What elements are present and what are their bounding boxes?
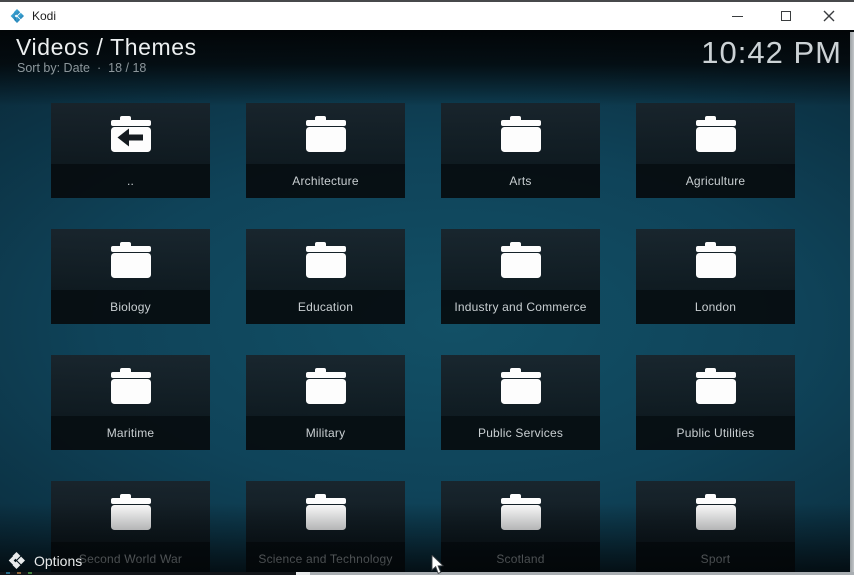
folder-icon (636, 103, 795, 164)
folder-icon (246, 481, 405, 542)
clock: 10:42 PM (701, 35, 842, 71)
scrollbar[interactable] (850, 32, 854, 575)
folder-icon (636, 355, 795, 416)
minimize-button[interactable] (716, 2, 758, 30)
tile-maritime[interactable]: Maritime (51, 355, 210, 450)
media-grid: .. Architecture Arts Agriculture Biology (51, 103, 795, 575)
taskbar-pixel-dot (28, 572, 32, 574)
sort-status: Sort by: Date · 18 / 18 (17, 61, 146, 75)
folder-icon (51, 481, 210, 542)
options-label: Options (34, 553, 82, 569)
tile-architecture[interactable]: Architecture (246, 103, 405, 198)
tile-label: Education (246, 290, 405, 324)
item-count: 18 / 18 (108, 61, 146, 75)
folder-icon (246, 103, 405, 164)
close-button[interactable] (808, 2, 850, 30)
tile-public-services[interactable]: Public Services (441, 355, 600, 450)
tile-scotland[interactable]: Scotland (441, 481, 600, 575)
window-title: Kodi (32, 9, 56, 23)
options-button[interactable]: Options (8, 552, 82, 569)
close-icon (823, 10, 835, 22)
folder-icon (441, 355, 600, 416)
maximize-icon (781, 11, 791, 21)
tile-label: Scotland (441, 542, 600, 575)
minimize-icon (732, 16, 743, 17)
kodi-main-view: Videos / Themes Sort by: Date · 18 / 18 … (0, 30, 854, 575)
tile-parent-directory[interactable]: .. (51, 103, 210, 198)
tile-education[interactable]: Education (246, 229, 405, 324)
options-icon (8, 552, 25, 569)
breadcrumb: Videos / Themes (16, 34, 197, 61)
folder-icon (636, 481, 795, 542)
tile-label: .. (51, 164, 210, 198)
tile-label: Industry and Commerce (441, 290, 600, 324)
tile-label: Military (246, 416, 405, 450)
window-titlebar: Kodi (0, 0, 854, 30)
folder-icon (441, 481, 600, 542)
tile-label: Sport (636, 542, 795, 575)
folder-icon (51, 229, 210, 290)
tile-label: Public Services (441, 416, 600, 450)
taskbar-pixel-dot (17, 572, 21, 574)
tile-label: Agriculture (636, 164, 795, 198)
taskbar-pixel-dot (6, 572, 10, 574)
maximize-button[interactable] (765, 2, 807, 30)
tile-label: Biology (51, 290, 210, 324)
tile-london[interactable]: London (636, 229, 795, 324)
tile-military[interactable]: Military (246, 355, 405, 450)
sort-separator: · (97, 61, 101, 75)
tile-label: Arts (441, 164, 600, 198)
folder-icon (441, 103, 600, 164)
folder-icon (441, 229, 600, 290)
tile-science-and-technology[interactable]: Science and Technology (246, 481, 405, 575)
parent-folder-icon (51, 103, 210, 164)
tile-label: Maritime (51, 416, 210, 450)
tile-label: Architecture (246, 164, 405, 198)
folder-icon (246, 355, 405, 416)
tile-sport[interactable]: Sport (636, 481, 795, 575)
sort-by-label: Sort by: Date (17, 61, 90, 75)
kodi-logo-icon (10, 9, 24, 23)
folder-icon (636, 229, 795, 290)
tile-label: Public Utilities (636, 416, 795, 450)
tile-agriculture[interactable]: Agriculture (636, 103, 795, 198)
tile-public-utilities[interactable]: Public Utilities (636, 355, 795, 450)
folder-icon (246, 229, 405, 290)
tile-label: London (636, 290, 795, 324)
tile-label: Science and Technology (246, 542, 405, 575)
folder-icon (51, 355, 210, 416)
tile-industry-and-commerce[interactable]: Industry and Commerce (441, 229, 600, 324)
tile-arts[interactable]: Arts (441, 103, 600, 198)
tile-biology[interactable]: Biology (51, 229, 210, 324)
